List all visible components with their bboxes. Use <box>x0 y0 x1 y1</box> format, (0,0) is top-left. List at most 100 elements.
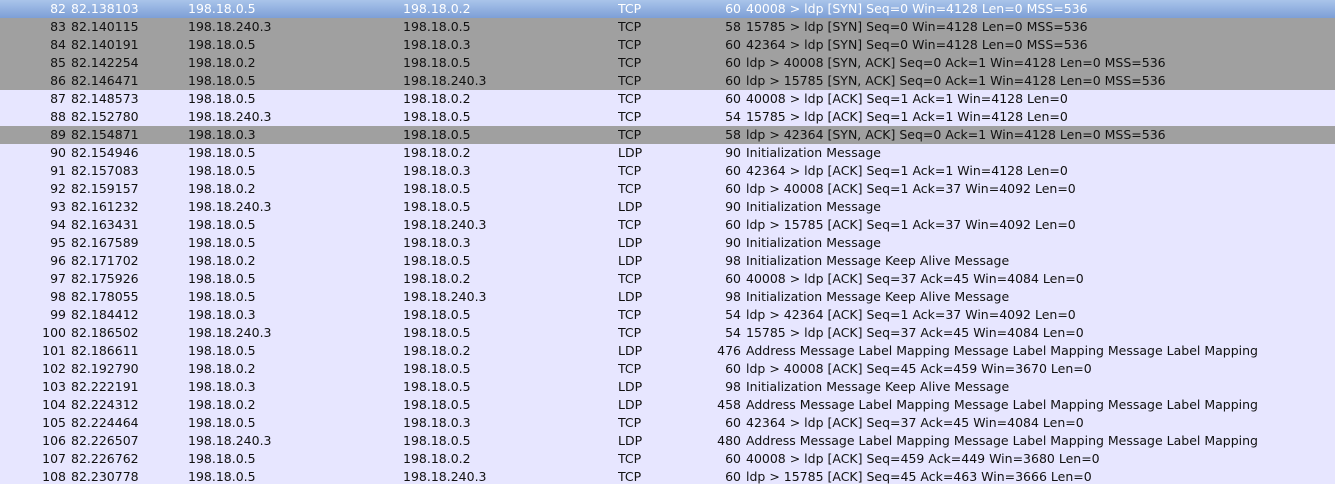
packet-length: 458 <box>717 397 741 412</box>
packet-info: 15785 > ldp [ACK] Seq=37 Ack=45 Win=4084… <box>746 325 1084 340</box>
packet-protocol: LDP <box>618 397 643 412</box>
packet-source: 198.18.0.5 <box>188 91 256 106</box>
packet-length: 60 <box>725 163 741 178</box>
packet-protocol: LDP <box>618 433 643 448</box>
packet-time: 82.167589 <box>71 235 139 250</box>
packet-source: 198.18.0.3 <box>188 307 256 322</box>
packet-number: 105 <box>42 415 66 430</box>
packet-row[interactable]: 96 82.171702 198.18.0.2 198.18.0.5 LDP 98 Init… <box>0 252 1335 270</box>
packet-length: 476 <box>717 343 741 358</box>
packet-protocol: TCP <box>618 163 642 178</box>
packet-row[interactable]: 84 82.140191 198.18.0.5 198.18.0.3 TCP 60 4236… <box>0 36 1335 54</box>
packet-row[interactable]: 98 82.178055 198.18.0.5 198.18.240.3 LDP 98 In… <box>0 288 1335 306</box>
packet-length: 60 <box>725 469 741 484</box>
packet-destination: 198.18.0.2 <box>403 343 471 358</box>
packet-row[interactable]: 100 82.186502 198.18.240.3 198.18.0.5 TCP 54 1… <box>0 324 1335 342</box>
packet-number: 106 <box>42 433 66 448</box>
packet-row[interactable]: 91 82.157083 198.18.0.5 198.18.0.3 TCP 60 4236… <box>0 162 1335 180</box>
packet-destination: 198.18.0.5 <box>403 55 471 70</box>
packet-number: 91 <box>50 163 66 178</box>
packet-source: 198.18.0.5 <box>188 271 256 286</box>
packet-length: 54 <box>725 325 741 340</box>
packet-time: 82.138103 <box>71 1 139 16</box>
packet-row[interactable]: 107 82.226762 198.18.0.5 198.18.0.2 TCP 60 400… <box>0 450 1335 468</box>
packet-info: 42364 > ldp [ACK] Seq=37 Ack=45 Win=4084… <box>746 415 1084 430</box>
packet-row[interactable]: 99 82.184412 198.18.0.3 198.18.0.5 TCP 54 ldp … <box>0 306 1335 324</box>
packet-destination: 198.18.0.5 <box>403 181 471 196</box>
packet-row[interactable]: 85 82.142254 198.18.0.2 198.18.0.5 TCP 60 ldp … <box>0 54 1335 72</box>
packet-time: 82.184412 <box>71 307 139 322</box>
packet-row[interactable]: 105 82.224464 198.18.0.5 198.18.0.3 TCP 60 423… <box>0 414 1335 432</box>
packet-source: 198.18.0.5 <box>188 235 256 250</box>
packet-time: 82.157083 <box>71 163 139 178</box>
packet-protocol: LDP <box>618 235 643 250</box>
packet-row[interactable]: 95 82.167589 198.18.0.5 198.18.0.3 LDP 90 Init… <box>0 234 1335 252</box>
packet-info: ldp > 15785 [ACK] Seq=45 Ack=463 Win=366… <box>746 469 1092 484</box>
packet-row[interactable]: 103 82.222191 198.18.0.3 198.18.0.5 LDP 98 Ini… <box>0 378 1335 396</box>
packet-protocol: TCP <box>618 37 642 52</box>
packet-time: 82.161232 <box>71 199 139 214</box>
packet-source: 198.18.0.5 <box>188 37 256 52</box>
packet-destination: 198.18.240.3 <box>403 469 487 484</box>
packet-destination: 198.18.240.3 <box>403 217 487 232</box>
packet-info: Address Message Label Mapping Message La… <box>746 343 1258 358</box>
packet-row[interactable]: 89 82.154871 198.18.0.3 198.18.0.5 TCP 58 ldp … <box>0 126 1335 144</box>
packet-row[interactable]: 92 82.159157 198.18.0.2 198.18.0.5 TCP 60 ldp … <box>0 180 1335 198</box>
packet-row[interactable]: 106 82.226507 198.18.240.3 198.18.0.5 LDP 480… <box>0 432 1335 450</box>
packet-row[interactable]: 82 82.138103 198.18.0.5 198.18.0.2 TCP 60 4000… <box>0 0 1335 18</box>
packet-row[interactable]: 90 82.154946 198.18.0.5 198.18.0.2 LDP 90 Init… <box>0 144 1335 162</box>
packet-time: 82.226507 <box>71 433 139 448</box>
packet-number: 84 <box>50 37 66 52</box>
packet-protocol: TCP <box>618 109 642 124</box>
packet-destination: 198.18.0.5 <box>403 379 471 394</box>
packet-info: 15785 > ldp [SYN] Seq=0 Win=4128 Len=0 M… <box>746 19 1088 34</box>
packet-source: 198.18.0.5 <box>188 1 256 16</box>
packet-row[interactable]: 108 82.230778 198.18.0.5 198.18.240.3 TCP 60 l… <box>0 468 1335 484</box>
packet-row[interactable]: 83 82.140115 198.18.240.3 198.18.0.5 TCP 58 15… <box>0 18 1335 36</box>
packet-number: 96 <box>50 253 66 268</box>
packet-number: 107 <box>42 451 66 466</box>
packet-destination: 198.18.0.5 <box>403 397 471 412</box>
packet-protocol: TCP <box>618 271 642 286</box>
packet-source: 198.18.0.5 <box>188 415 256 430</box>
packet-info: Initialization Message Keep Alive Messag… <box>746 379 1010 394</box>
packet-row[interactable]: 102 82.192790 198.18.0.2 198.18.0.5 TCP 60 ldp… <box>0 360 1335 378</box>
packet-length: 60 <box>725 217 741 232</box>
packet-source: 198.18.0.3 <box>188 379 256 394</box>
packet-source: 198.18.240.3 <box>188 199 272 214</box>
packet-row[interactable]: 94 82.163431 198.18.0.5 198.18.240.3 TCP 60 ld… <box>0 216 1335 234</box>
packet-number: 88 <box>50 109 66 124</box>
packet-length: 54 <box>725 307 741 322</box>
packet-protocol: LDP <box>618 343 643 358</box>
packet-protocol: TCP <box>618 451 642 466</box>
packet-time: 82.163431 <box>71 217 139 232</box>
packet-info: 40008 > ldp [ACK] Seq=459 Ack=449 Win=36… <box>746 451 1100 466</box>
packet-destination: 198.18.0.5 <box>403 109 471 124</box>
packet-row[interactable]: 97 82.175926 198.18.0.5 198.18.0.2 TCP 60 4000… <box>0 270 1335 288</box>
packet-protocol: TCP <box>618 127 642 142</box>
packet-info: ldp > 40008 [SYN, ACK] Seq=0 Ack=1 Win=4… <box>746 55 1166 70</box>
packet-row[interactable]: 87 82.148573 198.18.0.5 198.18.0.2 TCP 60 4000… <box>0 90 1335 108</box>
packet-time: 82.224312 <box>71 397 139 412</box>
packet-destination: 198.18.0.5 <box>403 127 471 142</box>
packet-list[interactable]: 82 82.138103 198.18.0.5 198.18.0.2 TCP 60 4000… <box>0 0 1335 484</box>
packet-number: 95 <box>50 235 66 250</box>
packet-protocol: LDP <box>618 145 643 160</box>
packet-protocol: TCP <box>618 73 642 88</box>
packet-time: 82.146471 <box>71 73 139 88</box>
packet-row[interactable]: 93 82.161232 198.18.240.3 198.18.0.5 LDP 90 In… <box>0 198 1335 216</box>
packet-info: 40008 > ldp [ACK] Seq=1 Ack=1 Win=4128 L… <box>746 91 1068 106</box>
packet-row[interactable]: 101 82.186611 198.18.0.5 198.18.0.2 LDP 476 Ad… <box>0 342 1335 360</box>
packet-protocol: TCP <box>618 415 642 430</box>
packet-info: Initialization Message <box>746 145 881 160</box>
packet-row[interactable]: 86 82.146471 198.18.0.5 198.18.240.3 TCP 60 ld… <box>0 72 1335 90</box>
packet-number: 94 <box>50 217 66 232</box>
packet-length: 60 <box>725 451 741 466</box>
packet-time: 82.142254 <box>71 55 139 70</box>
packet-source: 198.18.0.2 <box>188 397 256 412</box>
packet-row[interactable]: 104 82.224312 198.18.0.2 198.18.0.5 LDP 458 Ad… <box>0 396 1335 414</box>
packet-destination: 198.18.0.3 <box>403 235 471 250</box>
packet-info: ldp > 42364 [SYN, ACK] Seq=0 Ack=1 Win=4… <box>746 127 1166 142</box>
packet-time: 82.186502 <box>71 325 139 340</box>
packet-row[interactable]: 88 82.152780 198.18.240.3 198.18.0.5 TCP 54 15… <box>0 108 1335 126</box>
